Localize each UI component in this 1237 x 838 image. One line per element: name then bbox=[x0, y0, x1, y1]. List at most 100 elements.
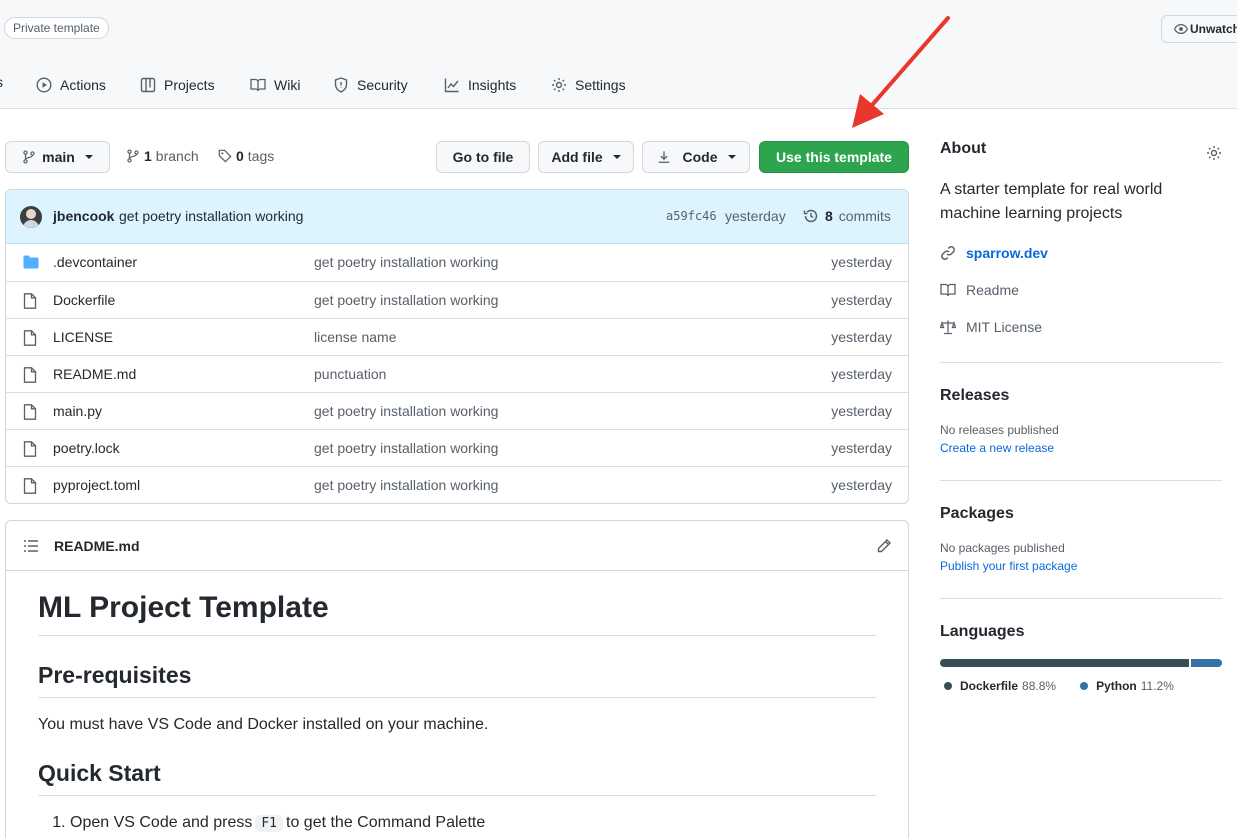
language-bar-segment-python[interactable] bbox=[1190, 659, 1222, 667]
file-name[interactable]: Dockerfile bbox=[53, 292, 115, 308]
repo-nav: s Actions Projects Wiki Security Insight… bbox=[0, 60, 1237, 109]
file-name[interactable]: .devcontainer bbox=[53, 254, 137, 270]
languages-section: Languages Dockerfile 88.8% Python 11.2% bbox=[940, 623, 1222, 693]
file-row-poetry-lock[interactable]: poetry.lock get poetry installation work… bbox=[6, 429, 908, 466]
file-icon bbox=[23, 441, 37, 457]
file-row-main-py[interactable]: main.py get poetry installation working … bbox=[6, 392, 908, 429]
readme-filename[interactable]: README.md bbox=[54, 538, 140, 554]
branch-name: main bbox=[42, 149, 75, 165]
red-arrow-icon bbox=[852, 16, 950, 128]
language-item-dockerfile[interactable]: Dockerfile 88.8% bbox=[944, 679, 1056, 693]
branches-link[interactable]: 1 branch bbox=[126, 148, 199, 164]
shield-icon bbox=[334, 77, 348, 93]
file-row-pyproject[interactable]: pyproject.toml get poetry installation w… bbox=[6, 466, 908, 503]
file-name[interactable]: LICENSE bbox=[53, 329, 113, 345]
file-name[interactable]: main.py bbox=[53, 403, 102, 419]
tab-projects[interactable]: Projects bbox=[140, 74, 215, 96]
commit-message[interactable]: get poetry installation working bbox=[119, 208, 303, 224]
about-section: About A starter template for real world … bbox=[940, 140, 1222, 337]
go-to-file-button[interactable]: Go to file bbox=[436, 141, 530, 173]
publish-package-link[interactable]: Publish your first package bbox=[940, 559, 1222, 573]
tab-settings[interactable]: Settings bbox=[551, 74, 626, 96]
commit-author[interactable]: jbencook bbox=[53, 208, 114, 224]
file-row-license[interactable]: LICENSE license name yesterday bbox=[6, 318, 908, 355]
file-commit-message[interactable]: get poetry installation working bbox=[314, 254, 498, 270]
readme-prereq-text: You must have VS Code and Docker install… bbox=[38, 716, 489, 733]
releases-empty: No releases published bbox=[940, 423, 1059, 437]
pencil-icon[interactable] bbox=[876, 538, 892, 554]
sidebar-divider bbox=[940, 598, 1222, 599]
language-percent: 11.2% bbox=[1140, 679, 1174, 693]
readme-h2-quickstart: Quick Start bbox=[38, 760, 876, 796]
tab-wiki[interactable]: Wiki bbox=[250, 74, 300, 96]
packages-title[interactable]: Packages bbox=[940, 505, 1222, 523]
link-icon bbox=[941, 246, 955, 260]
website-url: sparrow.dev bbox=[966, 245, 1048, 261]
nav-item-cut[interactable]: s bbox=[0, 74, 3, 90]
file-commit-message[interactable]: get poetry installation working bbox=[314, 477, 498, 493]
law-scale-icon bbox=[940, 320, 956, 335]
about-title: About bbox=[940, 140, 987, 157]
gear-icon bbox=[552, 78, 566, 92]
file-commit-message[interactable]: get poetry installation working bbox=[314, 292, 498, 308]
language-legend: Dockerfile 88.8% Python 11.2% bbox=[940, 679, 1222, 693]
commit-sha[interactable]: a59fc46 bbox=[666, 209, 717, 223]
unwatch-label: Unwatch bbox=[1190, 22, 1237, 36]
use-this-template-button[interactable]: Use this template bbox=[759, 141, 909, 173]
readme-link[interactable]: Readme bbox=[940, 280, 1222, 300]
commit-count: 8 bbox=[825, 208, 833, 224]
private-template-badge: Private template bbox=[4, 17, 109, 39]
add-file-button[interactable]: Add file bbox=[538, 141, 634, 173]
language-bar-segment-dockerfile[interactable] bbox=[940, 659, 1189, 667]
add-file-label: Add file bbox=[551, 149, 603, 165]
table-icon bbox=[140, 77, 156, 93]
language-name: Dockerfile bbox=[960, 679, 1019, 693]
about-description: A starter template for real world machin… bbox=[940, 181, 1163, 222]
download-icon bbox=[658, 151, 669, 163]
repo-header: Private template Unwatch bbox=[0, 0, 1237, 60]
unwatch-button[interactable]: Unwatch bbox=[1161, 15, 1237, 43]
commit-count-word: commits bbox=[838, 208, 891, 224]
file-time: yesterday bbox=[831, 292, 892, 308]
releases-title[interactable]: Releases bbox=[940, 387, 1222, 405]
gear-icon[interactable] bbox=[1206, 145, 1222, 161]
branch-select-button[interactable]: main bbox=[5, 141, 110, 173]
file-list: jbencook get poetry installation working… bbox=[5, 189, 909, 504]
code-button[interactable]: Code bbox=[642, 141, 750, 173]
file-row-dockerfile[interactable]: Dockerfile get poetry installation worki… bbox=[6, 281, 908, 318]
avatar[interactable] bbox=[20, 206, 42, 228]
tags-link[interactable]: 0 tags bbox=[218, 148, 274, 164]
file-commit-message[interactable]: get poetry installation working bbox=[314, 403, 498, 419]
license-link[interactable]: MIT License bbox=[940, 317, 1222, 337]
tab-insights[interactable]: Insights bbox=[444, 74, 516, 96]
file-name[interactable]: pyproject.toml bbox=[53, 477, 140, 493]
readme-h2-prereq: Pre-requisites bbox=[38, 662, 876, 698]
tag-count: 0 bbox=[236, 148, 244, 164]
website-link[interactable]: sparrow.dev bbox=[940, 243, 1222, 263]
file-commit-message[interactable]: get poetry installation working bbox=[314, 440, 498, 456]
list-unordered-icon[interactable] bbox=[23, 539, 39, 553]
tab-actions[interactable]: Actions bbox=[36, 74, 106, 96]
file-time: yesterday bbox=[831, 403, 892, 419]
language-dot bbox=[1080, 682, 1089, 690]
go-to-file-label: Go to file bbox=[452, 149, 514, 165]
file-commit-message[interactable]: license name bbox=[314, 329, 397, 345]
language-name: Python bbox=[1096, 679, 1137, 693]
code-label: Code bbox=[682, 149, 718, 165]
tab-security[interactable]: Security bbox=[333, 74, 408, 96]
file-name[interactable]: poetry.lock bbox=[53, 440, 120, 456]
language-item-python[interactable]: Python 11.2% bbox=[1080, 679, 1174, 693]
file-icon bbox=[23, 293, 37, 309]
repo-sidebar: About A starter template for real world … bbox=[940, 140, 1222, 693]
file-commit-message[interactable]: punctuation bbox=[314, 366, 386, 382]
readme-header: README.md bbox=[6, 521, 908, 571]
commits-link[interactable]: 8 commits bbox=[803, 208, 891, 224]
tag-word: tags bbox=[247, 148, 275, 164]
language-percent: 88.8% bbox=[1022, 679, 1057, 693]
file-name[interactable]: README.md bbox=[53, 366, 136, 382]
file-row-devcontainer[interactable]: .devcontainer get poetry installation wo… bbox=[6, 244, 908, 281]
file-row-readme[interactable]: README.md punctuation yesterday bbox=[6, 355, 908, 392]
readme-content: ML Project Template Pre-requisites You m… bbox=[38, 571, 876, 832]
tab-settings-label: Settings bbox=[575, 77, 626, 93]
create-release-link[interactable]: Create a new release bbox=[940, 441, 1222, 455]
